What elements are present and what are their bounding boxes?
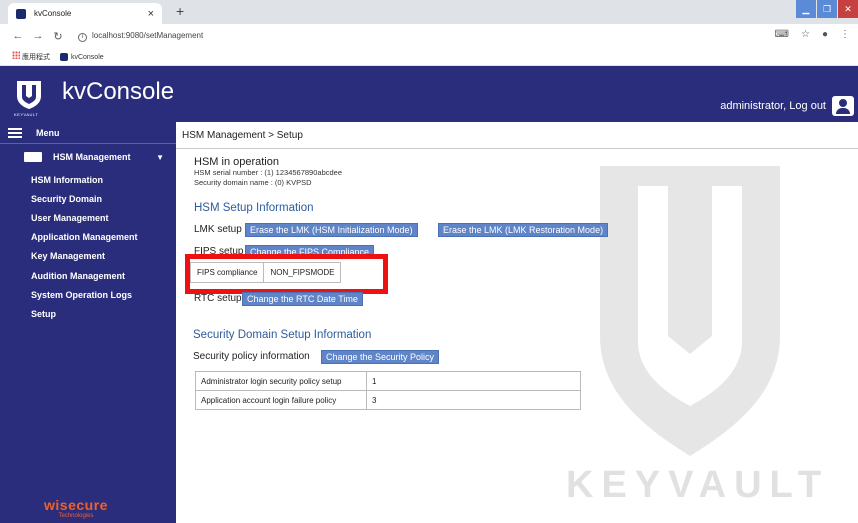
app-title: kvConsole xyxy=(62,78,175,105)
menu-toggle[interactable]: Menu xyxy=(0,122,176,144)
brand-sub: Technologies xyxy=(58,513,94,519)
minimize-icon[interactable]: ▁ xyxy=(796,0,816,18)
breadcrumb: HSM Management > Setup xyxy=(176,122,858,149)
bookmark-kvconsole-label: kvConsole xyxy=(70,53,104,61)
logout-link[interactable]: administrator, Log out xyxy=(720,100,826,112)
url-text: localhost:9080/setManagement xyxy=(92,30,204,40)
highlight-box xyxy=(185,254,388,294)
close-window-icon[interactable]: ✕ xyxy=(838,0,858,18)
policy-name: Administrator login security policy setu… xyxy=(195,371,367,391)
info-icon[interactable]: i xyxy=(78,32,87,42)
browser-tab[interactable]: kvConsole × xyxy=(8,3,162,24)
security-domain-setup-title: Security Domain Setup Information xyxy=(193,329,372,341)
sidebar-item-application-management[interactable]: Application Management xyxy=(0,228,176,247)
tab-close-icon[interactable]: × xyxy=(148,8,154,20)
sidebar-group-hsm-management[interactable]: HSM Management ▼ xyxy=(0,144,176,170)
keyvault-watermark-text: KEYVAULT xyxy=(566,464,830,506)
app-header: KEYVAULT kvConsole administrator, Log ou… xyxy=(0,66,858,122)
erase-lmk-init-button[interactable]: Erase the LMK (HSM Initialization Mode) xyxy=(245,223,418,237)
kvconsole-favicon-icon xyxy=(16,8,26,19)
hsm-serial: HSM serial number : (1) 1234567890abcdee xyxy=(194,168,343,177)
sidebar-item-security-domain[interactable]: Security Domain xyxy=(0,189,176,208)
change-policy-button[interactable]: Change the Security Policy xyxy=(321,350,440,364)
hsm-status: HSM in operation xyxy=(194,156,279,168)
sidebar-item-hsm-information[interactable]: HSM Information xyxy=(0,170,176,189)
brand-name: wisecure xyxy=(44,497,108,513)
bookmarks-bar: 應用程式 kvConsole xyxy=(0,48,858,66)
apps-grid-icon xyxy=(12,51,20,59)
sidebar-item-audition-management[interactable]: Audition Management xyxy=(0,266,176,285)
policy-value: 3 xyxy=(366,390,581,410)
erase-lmk-restore-button[interactable]: Erase the LMK (LMK Restoration Mode) xyxy=(438,223,609,237)
server-icon xyxy=(24,152,42,162)
logo-subtext: KEYVAULT xyxy=(14,112,39,117)
tab-title: kvConsole xyxy=(34,9,72,18)
back-icon[interactable]: ← xyxy=(10,30,26,42)
main-content: KEYVAULT HSM Management > Setup HSM in o… xyxy=(176,122,858,523)
address-bar-actions: ⌨ ☆ ● ⋮ xyxy=(775,29,850,40)
policy-label: Security policy information xyxy=(193,351,310,362)
user-area: administrator, Log out xyxy=(720,96,854,116)
change-rtc-button[interactable]: Change the RTC Date Time xyxy=(242,292,363,306)
sidebar-item-setup[interactable]: Setup xyxy=(0,304,176,323)
menu-label: Menu xyxy=(36,127,60,138)
sidebar-group-label: HSM Management xyxy=(53,152,131,162)
url-field[interactable]: i localhost:9080/setManagement xyxy=(78,31,203,42)
new-tab-button[interactable]: + xyxy=(176,3,184,19)
table-row: Administrator login security policy setu… xyxy=(195,371,581,391)
browser-tabstrip: kvConsole × + ▁ ❐ ✕ xyxy=(0,0,858,24)
rtc-label: RTC setup xyxy=(194,293,242,304)
address-bar: ← → ↻ i localhost:9080/setManagement ⌨ ☆ … xyxy=(0,24,858,48)
sidebar-item-key-management[interactable]: Key Management xyxy=(0,247,176,266)
browser-menu-icon[interactable]: ⋮ xyxy=(840,29,850,40)
kvconsole-bookmark-icon xyxy=(59,52,68,61)
table-row: Application account login failure policy… xyxy=(195,390,581,410)
user-avatar-icon[interactable] xyxy=(832,96,854,116)
keyvault-logo-icon xyxy=(17,81,41,109)
policy-name: Application account login failure policy xyxy=(195,390,367,410)
caret-down-icon[interactable]: ▼ xyxy=(156,153,164,162)
bookmark-star-icon[interactable]: ☆ xyxy=(801,29,810,40)
sidebar-item-user-management[interactable]: User Management xyxy=(0,208,176,227)
forward-icon[interactable]: → xyxy=(30,30,46,42)
profile-icon[interactable]: ● xyxy=(822,29,828,40)
window-controls: ▁ ❐ ✕ xyxy=(795,0,858,20)
maximize-icon[interactable]: ❐ xyxy=(817,0,837,18)
policy-table: Administrator login security policy setu… xyxy=(195,371,581,410)
keyvault-watermark-shield-icon xyxy=(600,166,780,456)
bookmark-apps[interactable]: 應用程式 xyxy=(12,51,50,62)
bookmark-apps-label: 應用程式 xyxy=(21,54,50,61)
translate-icon[interactable]: ⌨ xyxy=(775,29,789,40)
sidebar-item-system-operation-logs[interactable]: System Operation Logs xyxy=(0,285,176,304)
security-domain-name: Security domain name : (0) KVPSD xyxy=(194,178,312,187)
policy-value: 1 xyxy=(366,371,581,391)
reload-icon[interactable]: ↻ xyxy=(50,30,66,43)
lmk-label: LMK setup xyxy=(194,224,242,235)
sidebar: Menu HSM Management ▼ HSM Information Se… xyxy=(0,122,176,523)
hamburger-icon[interactable] xyxy=(8,127,22,138)
hsm-setup-title: HSM Setup Information xyxy=(194,202,314,214)
hsm-status-section: HSM in operation HSM serial number : (1)… xyxy=(194,156,342,188)
wisecure-brand-logo: wisecure Technologies xyxy=(44,497,108,519)
bookmark-kvconsole[interactable]: kvConsole xyxy=(59,52,104,61)
